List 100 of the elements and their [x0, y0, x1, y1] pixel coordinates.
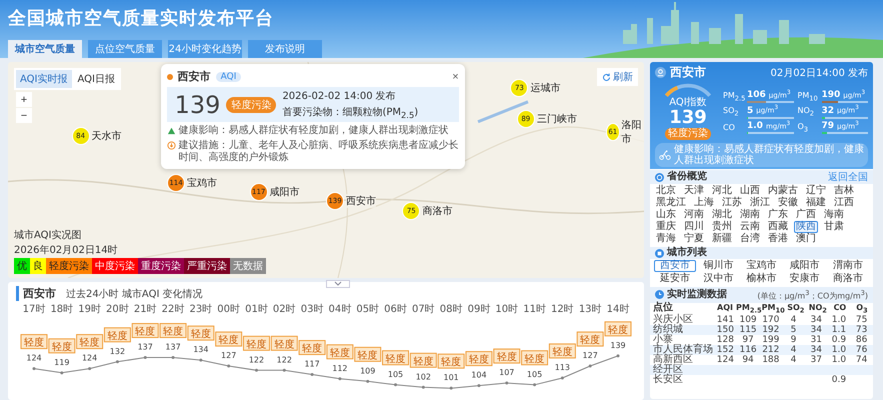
- value-label: 105: [388, 370, 404, 379]
- city-item[interactable]: 商洛市: [826, 273, 869, 285]
- province-item[interactable]: 安徽: [776, 197, 800, 209]
- province-item[interactable]: 河北: [710, 185, 734, 197]
- section-title: 省份概览: [667, 171, 707, 183]
- hour-label: 11时: [523, 304, 546, 315]
- table-cell: 115: [739, 325, 757, 336]
- province-item[interactable]: 江西: [832, 197, 856, 209]
- data-point: [144, 356, 147, 360]
- province-item[interactable]: 上海: [692, 197, 716, 209]
- column-header: PM$_{10}$: [762, 302, 785, 316]
- province-item[interactable]: 贵州: [710, 221, 734, 233]
- table-cell: 86: [856, 335, 868, 346]
- province-item[interactable]: 福建: [804, 197, 828, 209]
- province-item[interactable]: 河南: [682, 209, 706, 221]
- table-cell: 0.9: [832, 335, 846, 346]
- data-point: [282, 368, 286, 372]
- zoom-in-button[interactable]: +: [16, 92, 32, 107]
- table-cell: 212: [762, 345, 780, 356]
- province-item[interactable]: 山西: [738, 185, 762, 197]
- province-item[interactable]: 海南: [822, 209, 846, 221]
- province-item[interactable]: 宁夏: [682, 233, 706, 245]
- province-item[interactable]: 内蒙古: [766, 185, 800, 197]
- location-pin-icon: [655, 67, 666, 78]
- hour-label: 05时: [356, 304, 380, 315]
- city-item[interactable]: 渭南市: [826, 260, 869, 272]
- province-item[interactable]: 青海: [654, 233, 678, 245]
- card-city-name: 西安市: [670, 64, 706, 81]
- value-label: 132: [110, 346, 126, 356]
- hour-label: 22时: [162, 304, 184, 315]
- province-item[interactable]: 湖南: [738, 209, 762, 221]
- province-item[interactable]: 广东: [766, 209, 790, 221]
- value-label: 122: [248, 355, 264, 364]
- table-cell: 4: [790, 345, 796, 356]
- data-point: [422, 386, 425, 389]
- city-item[interactable]: 榆林市: [740, 273, 783, 285]
- province-item[interactable]: 浙江: [748, 197, 772, 209]
- category-tag: 轻度: [604, 321, 632, 336]
- province-item[interactable]: 北京: [654, 185, 678, 197]
- category-tag: 轻度: [438, 354, 465, 369]
- province-item[interactable]: 云南: [738, 221, 762, 233]
- province-item[interactable]: 江苏: [720, 197, 744, 209]
- province-item[interactable]: 黑龙江: [654, 197, 688, 209]
- data-point: [560, 376, 564, 380]
- province-item[interactable]: 香港: [766, 233, 790, 245]
- zoom-out-button[interactable]: −: [16, 108, 32, 123]
- chevron-down-icon[interactable]: [326, 280, 350, 288]
- city-item[interactable]: 西安市: [654, 260, 696, 272]
- city-item[interactable]: 延安市: [654, 273, 696, 285]
- value-label: 102: [416, 372, 431, 382]
- section-title: 实时监测数据: [667, 288, 727, 301]
- table-cell: 199: [762, 335, 780, 346]
- table-cell: 37: [810, 355, 822, 366]
- pollutant-value: 79: [822, 120, 834, 131]
- hour-label: 08时: [440, 304, 462, 315]
- column-header: AQI: [717, 302, 733, 314]
- province-item[interactable]: 吉林: [832, 185, 856, 197]
- province-item[interactable]: 山东: [654, 209, 678, 221]
- category-tag: 轻度: [548, 343, 576, 358]
- legend-swatch: 中度污染: [92, 258, 138, 274]
- province-item[interactable]: 新疆: [710, 233, 734, 245]
- city-item[interactable]: 铜川市: [697, 260, 740, 272]
- nav-tab[interactable]: 城市空气质量: [8, 40, 82, 58]
- popup-city-name: 西安市: [178, 69, 211, 84]
- data-point: [254, 368, 258, 372]
- table-cell: 141: [716, 315, 734, 326]
- province-item[interactable]: 辽宁: [804, 185, 828, 197]
- table-cell: 34: [810, 325, 822, 336]
- category-tag: 轻度: [132, 323, 159, 338]
- province-item[interactable]: 陕西: [794, 221, 818, 233]
- table-cell: 150: [716, 325, 734, 336]
- table-cell: 76: [856, 345, 868, 356]
- refresh-button[interactable]: 刷新: [597, 68, 638, 86]
- table-cell-text: 长安区: [652, 375, 683, 386]
- hour-label: 17时: [22, 304, 46, 315]
- province-item[interactable]: 重庆: [654, 221, 678, 233]
- close-button[interactable]: ×: [452, 70, 459, 82]
- hour-label: 00时: [217, 304, 240, 315]
- province-item[interactable]: 四川: [682, 221, 706, 233]
- category-tag: 轻度: [160, 323, 187, 338]
- category-badge: 轻度污染: [665, 128, 711, 140]
- city-item[interactable]: 安康市: [784, 273, 826, 285]
- advice-text: 建议措施：儿童、老年人及心脏病、呼吸系统疾病患者应减少长时间、高强度的户外锻炼: [178, 140, 459, 164]
- city-item[interactable]: 咸阳市: [784, 260, 826, 272]
- map-mode-tab[interactable]: AQI实时报: [16, 70, 72, 88]
- province-item[interactable]: 台湾: [738, 233, 762, 245]
- table-cell: 97: [742, 335, 754, 346]
- value-label: 122: [276, 355, 292, 364]
- city-item[interactable]: 宝鸡市: [740, 260, 783, 272]
- card-publish-time: 02月02日14:00 发布: [770, 66, 868, 80]
- province-item[interactable]: 湖北: [710, 209, 734, 221]
- data-point: [394, 383, 398, 386]
- province-item[interactable]: 西藏: [766, 221, 790, 233]
- category-tag: 轻度: [104, 327, 131, 342]
- province-item[interactable]: 广西: [794, 209, 818, 221]
- city-item[interactable]: 汉中市: [697, 273, 740, 285]
- value-label: 137: [165, 342, 181, 352]
- province-item[interactable]: 澳门: [794, 233, 818, 245]
- province-item[interactable]: 甘肃: [822, 221, 846, 233]
- province-item[interactable]: 天津: [682, 185, 706, 197]
